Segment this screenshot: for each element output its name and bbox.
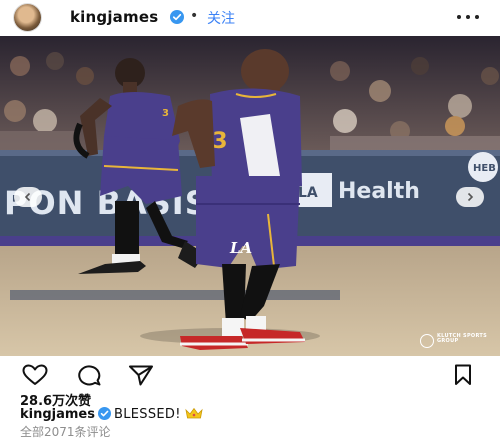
more-options-icon[interactable] — [455, 9, 481, 25]
post-caption: kingjames BLESSED! — [20, 407, 204, 422]
jersey-number-bg: 3 — [162, 108, 169, 119]
post-actions — [0, 362, 500, 388]
board-wheel-text: HEB — [473, 163, 496, 174]
bookmark-icon — [455, 364, 471, 385]
follow-button[interactable]: 关注 — [207, 8, 235, 28]
carousel-next-button[interactable] — [456, 187, 484, 207]
separator-dot: • — [190, 8, 199, 24]
caption-username[interactable]: kingjames — [20, 407, 95, 422]
crown-emoji-icon — [185, 407, 203, 419]
comment-icon — [78, 365, 101, 386]
chevron-left-icon — [24, 192, 31, 202]
shorts-logo: LA — [229, 239, 252, 257]
comment-button[interactable] — [76, 364, 101, 386]
like-button[interactable] — [22, 364, 48, 386]
view-all-comments-link[interactable]: 全部2071条评论 — [20, 423, 111, 440]
klutch-watermark: KLUTCH SPORTS GROUP — [420, 334, 490, 348]
board-brand: LA — [298, 185, 318, 201]
avatar[interactable] — [14, 4, 41, 31]
basketball-photo: PON BASIS LA Health HEB 3 LA — [0, 36, 500, 356]
carousel-prev-button[interactable] — [14, 187, 42, 207]
heart-icon — [22, 364, 48, 385]
post-username[interactable]: kingjames — [70, 8, 158, 26]
caption-text: BLESSED! — [114, 407, 181, 422]
watermark-text: KLUTCH SPORTS GROUP — [437, 333, 488, 344]
verified-badge-icon — [170, 10, 184, 24]
share-button[interactable] — [128, 364, 153, 386]
post-photo[interactable]: PON BASIS LA Health HEB 3 LA KLUTCH SPOR… — [0, 36, 500, 356]
send-icon — [129, 365, 153, 386]
klutch-logo-icon — [420, 334, 434, 348]
save-button[interactable] — [452, 364, 476, 386]
verified-badge-icon — [98, 407, 111, 420]
board-health: Health — [338, 179, 420, 204]
post-header: kingjames • 关注 — [0, 0, 500, 36]
chevron-right-icon — [467, 192, 474, 202]
